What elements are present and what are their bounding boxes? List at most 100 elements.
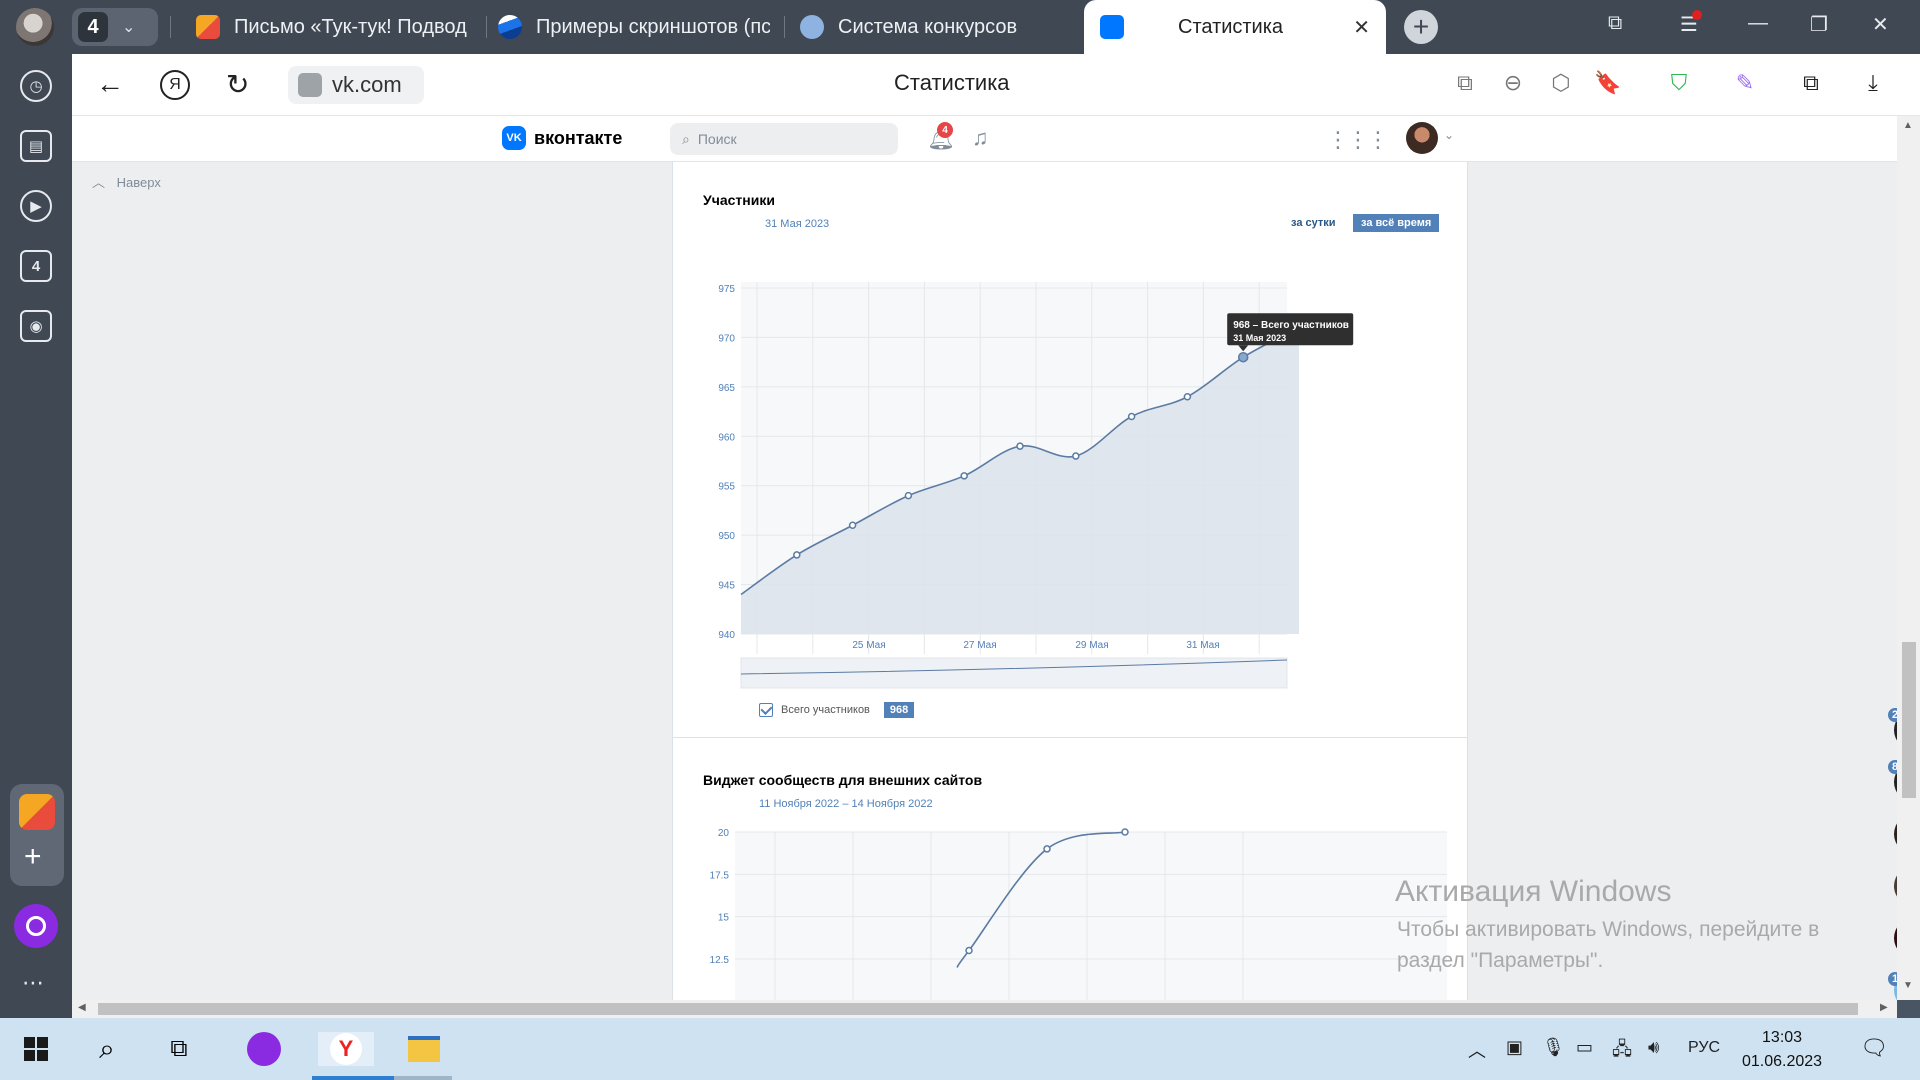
file-explorer-icon[interactable]: [396, 1032, 452, 1066]
more-icon[interactable]: ⋯: [22, 970, 44, 996]
period-all-button[interactable]: за всё время: [1353, 214, 1440, 232]
vk-logo[interactable]: VK вконтакте: [502, 126, 622, 150]
collections-icon[interactable]: ▤: [20, 130, 52, 162]
notification-badge: 4: [937, 122, 953, 138]
vertical-scrollbar[interactable]: ▲ ▼: [1897, 116, 1920, 1000]
new-tab-button[interactable]: +: [1404, 10, 1438, 44]
clock-date: 01.06.2023: [1742, 1053, 1823, 1070]
activation-line: Чтобы активировать Windows, перейдите в: [1397, 918, 1820, 941]
battery-icon[interactable]: ▭: [1576, 1037, 1593, 1058]
yandex-icon[interactable]: Я: [160, 70, 190, 100]
period-day-link[interactable]: за сутки: [1283, 214, 1344, 232]
sidebar-panel-group: +: [10, 784, 64, 886]
url-field[interactable]: vk.com: [288, 66, 424, 104]
clock[interactable]: 13:03 01.06.2023: [1742, 1026, 1822, 1074]
window-close-icon[interactable]: ✕: [1872, 12, 1889, 37]
download-icon[interactable]: ⤓: [1860, 70, 1886, 96]
x-tick-label: 25 Мая: [852, 640, 885, 651]
legend-value: 968: [883, 702, 915, 718]
add-panel-icon[interactable]: +: [24, 842, 42, 872]
yandex-browser-icon[interactable]: Y: [318, 1032, 374, 1066]
series-checkbox[interactable]: [759, 703, 773, 717]
y-tick-label: 965: [718, 383, 735, 394]
alice-icon[interactable]: [14, 904, 58, 948]
tab-count-icon[interactable]: 4: [20, 250, 52, 282]
minimize-icon[interactable]: —: [1748, 12, 1768, 35]
screenshot-icon[interactable]: ◉: [20, 310, 52, 342]
back-icon[interactable]: ←: [96, 68, 124, 100]
y-tick-label: 17.5: [710, 870, 730, 881]
activation-line: раздел "Параметры".: [1397, 949, 1604, 972]
mail-icon[interactable]: [19, 794, 55, 830]
network-icon[interactable]: 🖧︎: [1612, 1037, 1632, 1067]
tab-group-button[interactable]: 4 ⌄: [72, 8, 158, 46]
chats-rail: « 2,5K 837 1 💬︎: [1888, 708, 1897, 1000]
back-to-top-link[interactable]: ︿ Наверх: [92, 172, 161, 191]
task-view-icon[interactable]: ⧉: [162, 1032, 196, 1066]
vk-logo-text: вконтакте: [534, 127, 623, 148]
bookmark-icon[interactable]: 🔖: [1594, 70, 1621, 96]
y-tick-label: 15: [718, 913, 730, 924]
card-date[interactable]: 31 Мая 2023: [765, 218, 829, 230]
scrollbar-thumb[interactable]: [98, 1003, 1858, 1015]
pen-icon[interactable]: ✎: [1732, 70, 1758, 96]
tab-screenshots[interactable]: Примеры скриншотов (пс: [498, 0, 770, 54]
page-viewport: VK вконтакте ⌕ Поиск 🔔︎ 4 ♫ ⋮⋮⋮ ⌄ ︿ Наве…: [72, 116, 1897, 1000]
adguard-icon[interactable]: ⛉: [1666, 70, 1692, 96]
reload-icon[interactable]: ↻: [226, 68, 249, 101]
extensions-icon[interactable]: ⧉: [1798, 70, 1824, 96]
play-icon[interactable]: ▶: [20, 190, 52, 222]
start-icon[interactable]: [22, 1032, 50, 1066]
profile-avatar[interactable]: [16, 8, 54, 46]
tab-separator: [170, 16, 171, 38]
camera-icon[interactable]: ▣: [1506, 1037, 1523, 1058]
chat-badge: 1: [1888, 972, 1897, 986]
chevron-up-icon[interactable]: ︿: [1468, 1037, 1486, 1063]
microphone-icon[interactable]: 🎙︎: [1542, 1037, 1565, 1058]
translate-icon[interactable]: ⧉: [1452, 70, 1478, 96]
alice-icon[interactable]: [246, 1032, 282, 1066]
history-icon[interactable]: ◷: [20, 70, 52, 102]
close-icon[interactable]: ✕: [1353, 15, 1370, 40]
tab-title: Статистика: [1178, 15, 1284, 38]
y-tick-label: 955: [718, 482, 735, 493]
widget-chart: 12.5 15 17.5 20: [710, 828, 1447, 1000]
menu-icon[interactable]: ☰: [1680, 10, 1702, 37]
zoom-icon[interactable]: ⊖: [1500, 70, 1526, 96]
apps-grid-icon[interactable]: ⋮⋮⋮: [1327, 127, 1389, 153]
scroll-up-icon[interactable]: ▲: [1903, 120, 1913, 131]
tooltip-text: 31 Мая 2023: [1233, 333, 1286, 343]
y-tick-label: 975: [718, 284, 735, 295]
notifications-button[interactable]: 🔔︎ 4: [927, 122, 955, 152]
members-chart: 940 945 950 955 960 965 970 975 25 Мая 27 Мая 29 М…: [718, 282, 1354, 689]
tab-contests[interactable]: Система конкурсов: [800, 0, 1072, 54]
chevron-down-icon[interactable]: ⌄: [1444, 128, 1454, 142]
scroll-right-icon[interactable]: ▶: [1880, 1002, 1888, 1013]
search-icon[interactable]: ⌕: [90, 1032, 124, 1066]
back-to-top-label: Наверх: [116, 175, 161, 190]
windows-activation-text: Чтобы активировать Windows, перейдите в …: [1397, 914, 1819, 976]
avatar[interactable]: [1406, 122, 1438, 154]
tab-mail[interactable]: Письмо «Тук-тук! Подвод: [196, 0, 468, 54]
scroll-left-icon[interactable]: ◀: [78, 1002, 86, 1013]
music-icon[interactable]: ♫: [972, 125, 989, 151]
data-point: [1237, 351, 1249, 363]
search-input[interactable]: ⌕ Поиск: [670, 123, 898, 155]
tab-title: Система конкурсов: [838, 15, 1018, 38]
collections-icon[interactable]: ⧉: [1608, 12, 1622, 35]
legend-label: Всего участников: [781, 704, 870, 716]
vk-icon: VK: [502, 126, 526, 150]
browser-sidebar: ◷ ▤ ▶ 4 ◉ + ⋯: [0, 54, 72, 1018]
restore-icon[interactable]: ❐: [1810, 12, 1828, 37]
chevron-up-icon: ︿: [92, 175, 106, 190]
plot-background: [735, 832, 1447, 1000]
protect-icon[interactable]: ⬡: [1548, 70, 1574, 96]
scroll-down-icon[interactable]: ▼: [1903, 980, 1913, 991]
horizontal-scrollbar[interactable]: ◀ ▶: [72, 1000, 1897, 1018]
notifications-icon[interactable]: 🗨︎: [1860, 1035, 1888, 1061]
language-indicator[interactable]: РУС: [1688, 1039, 1720, 1057]
tab-statistics[interactable]: Статистика ✕: [1084, 0, 1386, 54]
y-tick-label: 960: [718, 432, 735, 443]
scrollbar-thumb[interactable]: [1902, 642, 1916, 798]
volume-icon[interactable]: 🔊︎: [1648, 1037, 1659, 1058]
